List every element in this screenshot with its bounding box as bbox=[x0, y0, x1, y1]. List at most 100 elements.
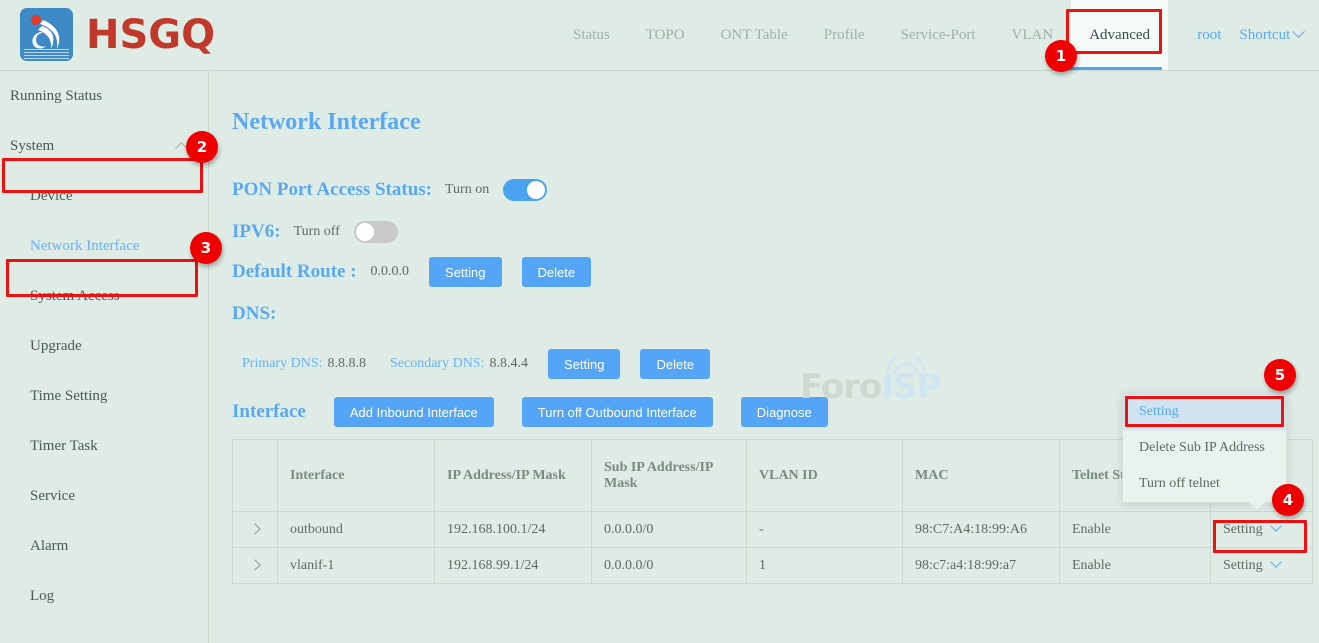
row-setting-label: Setting bbox=[1223, 522, 1263, 537]
primary-dns-label: Primary DNS: bbox=[242, 356, 323, 372]
cell-mac: 98:C7:A4:18:99:A6 bbox=[903, 512, 1060, 548]
brand-logo[interactable]: HSGQ bbox=[20, 8, 215, 61]
annotation-badge-2: 2 bbox=[186, 131, 218, 163]
row-expand-cell[interactable] bbox=[233, 512, 278, 548]
interface-label: Interface bbox=[232, 401, 306, 423]
sidebar-item-running-status[interactable]: Running Status bbox=[0, 71, 208, 121]
dropdown-item-setting[interactable]: Setting bbox=[1123, 394, 1286, 430]
sidebar-item-service[interactable]: Service bbox=[0, 471, 208, 521]
left-sidebar: Running Status System Device Network Int… bbox=[0, 71, 209, 643]
secondary-dns-label: Secondary DNS: bbox=[390, 356, 485, 372]
nav-tab-ont-table[interactable]: ONT Table bbox=[703, 0, 806, 70]
sidebar-item-time-setting[interactable]: Time Setting bbox=[0, 371, 208, 421]
pon-port-access-row: PON Port Access Status: Turn on bbox=[232, 179, 547, 201]
nav-tab-profile[interactable]: Profile bbox=[806, 0, 883, 70]
cell-mac: 98:c7:a4:18:99:a7 bbox=[903, 548, 1060, 584]
annotation-badge-1: 1 bbox=[1045, 40, 1077, 72]
annotation-badge-4: 4 bbox=[1272, 484, 1304, 516]
default-route-value: 0.0.0.0 bbox=[371, 264, 410, 280]
watermark-part2: ISP bbox=[881, 367, 940, 407]
col-mac: MAC bbox=[903, 440, 1060, 512]
dns-section-label-wrap: DNS: bbox=[232, 303, 276, 325]
sidebar-item-upgrade[interactable]: Upgrade bbox=[0, 321, 208, 371]
ipv6-state: Turn off bbox=[294, 224, 340, 240]
row-expand-cell[interactable] bbox=[233, 548, 278, 584]
annotation-badge-3: 3 bbox=[190, 232, 222, 264]
turn-off-outbound-interface-button[interactable]: Turn off Outbound Interface bbox=[522, 397, 713, 427]
chevron-right-icon bbox=[249, 523, 260, 534]
default-route-delete-button[interactable]: Delete bbox=[522, 257, 592, 287]
logo-swoosh-icon bbox=[27, 18, 67, 52]
col-sub-ip-address-mask: Sub IP Address/IP Mask bbox=[592, 440, 747, 512]
cell-sub-ip-mask: 0.0.0.0/0 bbox=[592, 548, 747, 584]
top-header: HSGQ Status TOPO ONT Table Profile Servi… bbox=[0, 0, 1319, 71]
cell-vlan-id: 1 bbox=[747, 548, 903, 584]
ipv6-toggle[interactable] bbox=[354, 221, 398, 243]
logo-stripes-icon bbox=[24, 49, 69, 58]
sidebar-item-timer-task[interactable]: Timer Task bbox=[0, 421, 208, 471]
sidebar-group-system[interactable]: System bbox=[0, 121, 208, 171]
dns-values-row: Primary DNS: 8.8.8.8 Secondary DNS: 8.8.… bbox=[242, 349, 710, 379]
chevron-right-icon bbox=[249, 559, 260, 570]
interface-toolbar: Interface Add Inbound Interface Turn off… bbox=[232, 397, 828, 427]
dns-delete-button[interactable]: Delete bbox=[640, 349, 710, 379]
nav-tab-topo[interactable]: TOPO bbox=[628, 0, 703, 70]
shortcut-menu[interactable]: Shortcut bbox=[1239, 27, 1303, 44]
cell-vlan-id: - bbox=[747, 512, 903, 548]
row-setting-dropdown-vlanif1[interactable]: Setting bbox=[1211, 548, 1313, 584]
row-setting-label: Setting bbox=[1223, 558, 1263, 573]
shortcut-label: Shortcut bbox=[1239, 27, 1290, 43]
ipv6-row: IPV6: Turn off bbox=[232, 221, 398, 243]
cell-sub-ip-mask: 0.0.0.0/0 bbox=[592, 512, 747, 548]
ipv6-label: IPV6: bbox=[232, 221, 281, 243]
cell-telnet: Enable bbox=[1060, 512, 1211, 548]
cell-interface: outbound bbox=[278, 512, 435, 548]
col-expand bbox=[233, 440, 278, 512]
cell-ip-mask: 192.168.99.1/24 bbox=[435, 548, 592, 584]
sidebar-item-system-access[interactable]: System Access bbox=[0, 271, 208, 321]
nav-active-underline bbox=[1065, 67, 1162, 70]
default-route-setting-button[interactable]: Setting bbox=[429, 257, 501, 287]
nav-tab-advanced[interactable]: Advanced bbox=[1071, 0, 1168, 70]
pon-port-access-toggle[interactable] bbox=[503, 179, 547, 201]
dropdown-item-delete-sub-ip-address[interactable]: Delete Sub IP Address bbox=[1123, 430, 1286, 466]
pon-port-access-state: Turn on bbox=[445, 182, 489, 198]
page-title: Network Interface bbox=[232, 109, 421, 136]
toggle-knob bbox=[356, 223, 374, 241]
default-route-label: Default Route : bbox=[232, 261, 357, 283]
dropdown-item-turn-off-telnet[interactable]: Turn off telnet bbox=[1123, 466, 1286, 502]
nav-tab-status[interactable]: Status bbox=[555, 0, 628, 70]
toggle-knob bbox=[527, 181, 545, 199]
sidebar-item-log[interactable]: Log bbox=[0, 571, 208, 621]
sidebar-item-device[interactable]: Device bbox=[0, 171, 208, 221]
pon-port-access-label: PON Port Access Status: bbox=[232, 179, 432, 201]
table-row[interactable]: vlanif-1 192.168.99.1/24 0.0.0.0/0 1 98:… bbox=[233, 548, 1313, 584]
wifi-arc-icon bbox=[884, 356, 928, 378]
dns-label: DNS: bbox=[232, 303, 276, 324]
add-inbound-interface-button[interactable]: Add Inbound Interface bbox=[334, 397, 494, 427]
col-interface: Interface bbox=[278, 440, 435, 512]
secondary-dns-value: 8.8.4.4 bbox=[490, 356, 529, 372]
cell-interface: vlanif-1 bbox=[278, 548, 435, 584]
brand-name: HSGQ bbox=[86, 12, 215, 58]
dns-setting-button[interactable]: Setting bbox=[548, 349, 620, 379]
cell-telnet: Enable bbox=[1060, 548, 1211, 584]
default-route-row: Default Route : 0.0.0.0 Setting Delete bbox=[232, 257, 591, 287]
hsgq-logo-icon bbox=[20, 8, 73, 61]
annotation-badge-5: 5 bbox=[1264, 359, 1296, 391]
sidebar-item-alarm[interactable]: Alarm bbox=[0, 521, 208, 571]
col-ip-address-mask: IP Address/IP Mask bbox=[435, 440, 592, 512]
primary-dns-value: 8.8.8.8 bbox=[328, 356, 367, 372]
top-right-area: root Shortcut bbox=[1197, 0, 1303, 70]
user-root-link[interactable]: root bbox=[1197, 27, 1221, 44]
sidebar-group-system-label: System bbox=[10, 138, 54, 155]
sidebar-item-network-interface[interactable]: Network Interface bbox=[0, 221, 208, 271]
nav-tab-service-port[interactable]: Service-Port bbox=[883, 0, 994, 70]
diagnose-button[interactable]: Diagnose bbox=[741, 397, 828, 427]
app-root: HSGQ Status TOPO ONT Table Profile Servi… bbox=[0, 0, 1319, 643]
chevron-down-icon bbox=[1292, 25, 1305, 38]
table-row[interactable]: outbound 192.168.100.1/24 0.0.0.0/0 - 98… bbox=[233, 512, 1313, 548]
main-content: ForoISP Network Interface PON Port Acces… bbox=[210, 71, 1319, 643]
setting-dropdown-menu: Setting Delete Sub IP Address Turn off t… bbox=[1122, 393, 1287, 503]
row-setting-dropdown-outbound[interactable]: Setting bbox=[1211, 512, 1313, 548]
